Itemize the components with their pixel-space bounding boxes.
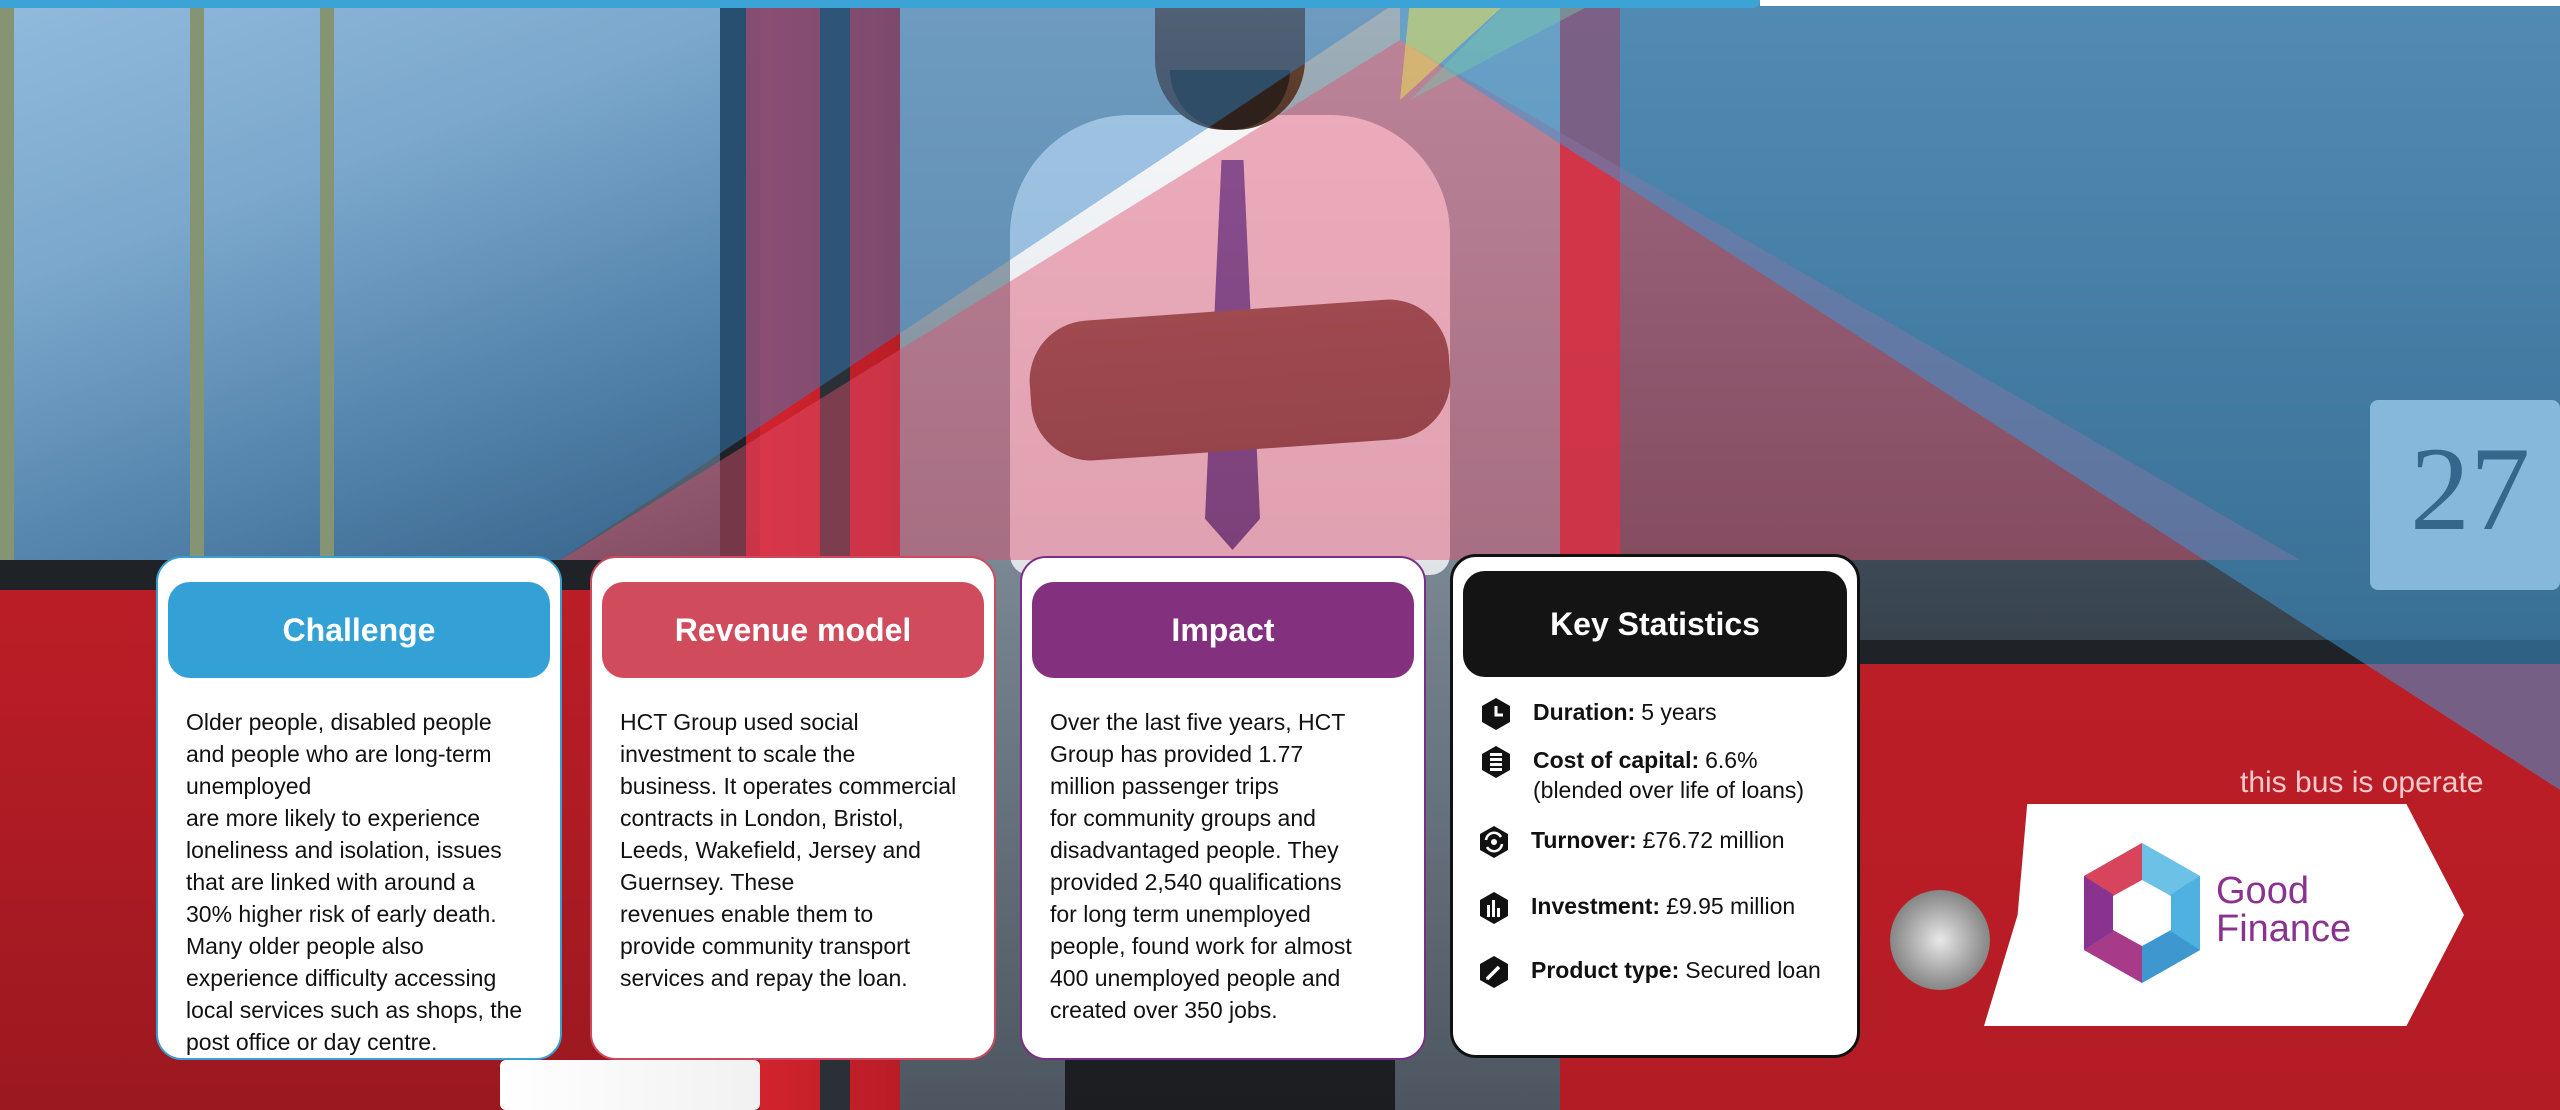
text-line: that are linked with around a [186,869,475,895]
text-line: Over the last five years, HCT [1050,709,1346,735]
stat-value: £9.95 million [1666,893,1796,919]
text-line: provide community transport [620,933,911,959]
text-line: Older people, disabled people [186,709,492,735]
stat-text: Cost of capital: 6.6% (blended over life o… [1533,745,1804,805]
text-line: revenues enable them to [620,901,874,927]
challenge-text: Older people, disabled people and people… [186,706,536,1058]
text-line: HCT Group used social [620,709,859,735]
revenue-model-card: Revenue model HCT Group used social inve… [590,556,996,1060]
revenue-model-text: HCT Group used social investment to scal… [620,706,970,994]
stat-value: 6.6% [1705,747,1758,773]
logo-line-2: Finance [2216,908,2352,950]
text-line: business. It operates commercial [620,773,957,799]
text-line: Group has provided 1.77 [1050,741,1304,767]
challenge-heading: Challenge [168,582,550,678]
stat-duration: Duration: 5 years [1479,697,1717,731]
key-statistics-heading: Key Statistics [1463,571,1847,677]
stat-label: Duration: [1533,699,1636,725]
stat-text: Turnover: £76.72 million [1531,825,1785,855]
stat-value: £76.72 million [1642,827,1785,853]
stat-label: Cost of capital: [1533,747,1700,773]
logo-line-1: Good [2216,870,2309,912]
person-arms [1025,295,1455,465]
bus-number: 27 [2410,422,2530,555]
text-line: unemployed [186,773,312,799]
impact-heading: Impact [1032,582,1414,678]
text-line: Many older people also [186,933,424,959]
good-finance-logo-icon [2084,843,2200,983]
refresh-money-icon [1477,825,1511,859]
text-line: created over 350 jobs. [1050,997,1278,1023]
text-line: for community groups and [1050,805,1316,831]
text-line: for long term unemployed [1050,901,1311,927]
text-line: loneliness and isolation, issues [186,837,502,863]
grab-pole [320,0,334,560]
text-line: local services such as shops, the [186,997,523,1023]
clock-icon [1479,697,1513,731]
text-line: post office or day centre. [186,1029,438,1055]
stat-text: Duration: 5 years [1533,697,1717,727]
grab-pole [0,0,14,560]
stat-investment: Investment: £9.95 million [1477,891,1795,925]
stat-turnover: Turnover: £76.72 million [1477,825,1785,859]
text-line: million passenger trips [1050,773,1279,799]
grab-pole [190,0,204,560]
stat-value: Secured loan [1685,957,1821,983]
text-line: investment to scale the [620,741,856,767]
coins-icon [1479,745,1513,779]
top-accent-bar [0,0,1760,8]
bus-headlight [1890,890,1990,990]
stat-text: Investment: £9.95 million [1531,891,1795,921]
stat-value: 5 years [1641,699,1717,725]
bus-operator-text: this bus is operate [2240,766,2484,799]
text-line: disadvantaged people. They [1050,837,1339,863]
key-statistics-card: Key Statistics Duration: 5 years Cost of … [1450,554,1860,1058]
text-line: and people who are long-term [186,741,492,767]
bar-chart-icon [1477,891,1511,925]
stat-label: Turnover: [1531,827,1637,853]
stat-label: Investment: [1531,893,1661,919]
good-finance-logo-text: Good Finance [2216,872,2351,948]
text-line: Leeds, Wakefield, Jersey and [620,837,921,863]
text-line: experience difficulty accessing [186,965,497,991]
stat-product-type: Product type: Secured loan [1477,955,1821,989]
text-line: Guernsey. These [620,869,795,895]
pen-icon [1477,955,1511,989]
stat-text: Product type: Secured loan [1531,955,1821,985]
text-line: contracts in London, Bristol, [620,805,904,831]
text-line: provided 2,540 qualifications [1050,869,1342,895]
bus-left-window [0,0,746,590]
impact-card: Impact Over the last five years, HCT Gro… [1020,556,1426,1060]
revenue-model-heading: Revenue model [602,582,984,678]
text-line: 30% higher risk of early death. [186,901,497,927]
stat-cost-of-capital: Cost of capital: 6.6% (blended over life o… [1479,745,1804,805]
impact-text: Over the last five years, HCT Group has … [1050,706,1400,1026]
bus-decal [500,1060,760,1110]
bus-number-plate: 27 [2370,400,2560,590]
text-line: services and repay the loan. [620,965,908,991]
challenge-card: Challenge Older people, disabled people … [156,556,562,1060]
text-line: 400 unemployed people and [1050,965,1341,991]
text-line: people, found work for almost [1050,933,1352,959]
stat-label: Product type: [1531,957,1680,983]
top-white-strip [1760,0,2560,6]
text-line: are more likely to experience [186,805,481,831]
stat-subtext: (blended over life of loans) [1533,777,1805,803]
